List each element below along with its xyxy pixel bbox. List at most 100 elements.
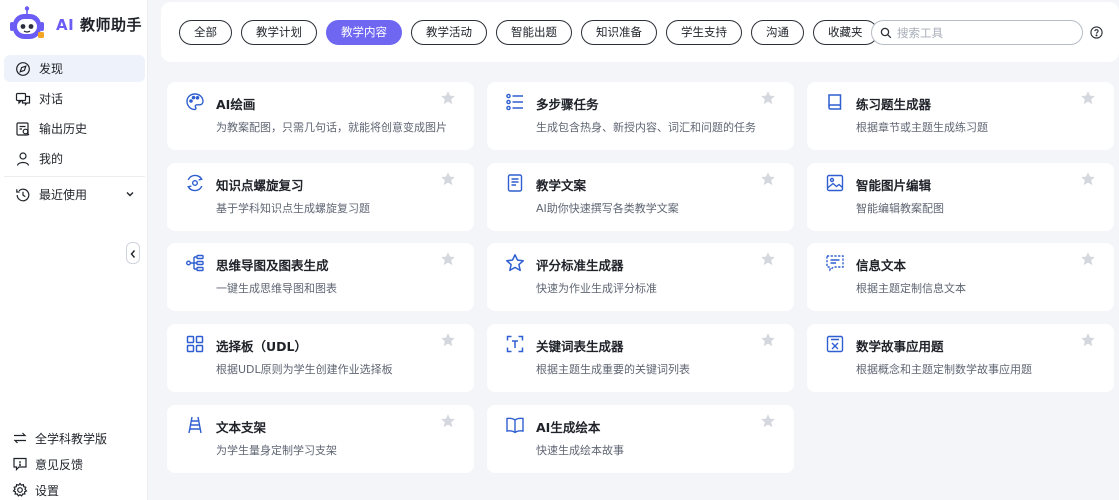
brand-title: AI 教师助手 — [56, 15, 142, 34]
tool-card[interactable]: AI生成绘本快速生成绘本故事 — [487, 405, 794, 473]
filter-chip[interactable]: 学生支持 — [666, 20, 742, 45]
tool-card-title: 选择板（UDL） — [216, 339, 307, 354]
filter-chip[interactable]: 收藏夹 — [813, 20, 878, 45]
filter-chip[interactable]: 教学内容 — [326, 20, 402, 45]
nav-item-recent[interactable]: 最近使用 — [4, 181, 145, 208]
favorite-star-icon[interactable] — [760, 332, 776, 348]
tool-card[interactable]: AI绘画为教案配图，只需几句话，就能将创意变成图片 — [167, 82, 474, 150]
feedback-icon — [12, 456, 28, 472]
nav-item-discover[interactable]: 发现 — [4, 55, 145, 82]
brand[interactable]: AI 教师助手 — [8, 4, 142, 44]
message-text-icon — [825, 253, 845, 273]
nav-divider — [4, 176, 145, 177]
favorite-star-icon[interactable] — [440, 413, 456, 429]
tool-card-description: 根据概念和主题定制数学故事应用题 — [856, 363, 1032, 376]
swap-arrows-icon — [12, 430, 28, 446]
tool-card-title: 思维导图及图表生成 — [216, 258, 329, 273]
filter-chip[interactable]: 知识准备 — [581, 20, 657, 45]
mindmap-icon — [185, 253, 205, 273]
collapse-sidebar-button[interactable] — [126, 242, 140, 264]
tool-card[interactable]: 教学文案 AI助你快速撰写各类教学文案 — [487, 163, 794, 231]
clock-history-icon — [15, 187, 31, 203]
favorite-star-icon[interactable] — [440, 90, 456, 106]
help-icon[interactable] — [1090, 26, 1103, 39]
grid-choice-icon — [185, 334, 205, 354]
spiral-review-icon — [185, 173, 205, 193]
tool-card[interactable]: 评分标准生成器 快速为作业生成评分标准 — [487, 243, 794, 311]
favorite-star-icon[interactable] — [1080, 251, 1096, 267]
edition-label: 全学科教学版 — [35, 431, 108, 446]
favorite-star-icon[interactable] — [760, 90, 776, 106]
tool-card-title: 评分标准生成器 — [536, 258, 624, 273]
favorite-star-icon[interactable] — [760, 251, 776, 267]
tool-card-description: 生成包含热身、新授内容、词汇和问题的任务 — [536, 121, 756, 134]
settings-label: 设置 — [35, 483, 60, 498]
feedback-link[interactable]: 意见反馈 — [12, 451, 142, 477]
filter-chip[interactable]: 沟通 — [751, 20, 804, 45]
tool-card-description: AI助你快速撰写各类教学文案 — [536, 202, 679, 215]
favorite-star-icon[interactable] — [760, 413, 776, 429]
tool-card-description: 基于学科知识点生成螺旋复习题 — [216, 202, 370, 215]
chevron-down-icon — [125, 188, 135, 202]
favorite-star-icon[interactable] — [440, 332, 456, 348]
filter-chip[interactable]: 教学活动 — [411, 20, 487, 45]
tool-card[interactable]: 知识点螺旋复习 基于学科知识点生成螺旋复习题 — [167, 163, 474, 231]
tool-card-description: 根据主题定制信息文本 — [856, 282, 966, 295]
tool-card[interactable]: 数学故事应用题根据概念和主题定制数学故事应用题 — [807, 324, 1114, 392]
document-icon — [505, 173, 525, 193]
tool-card-title: 教学文案 — [536, 178, 587, 193]
palette-icon — [185, 92, 205, 112]
filter-chip[interactable]: 教学计划 — [241, 20, 317, 45]
tool-card-description: 根据章节或主题生成练习题 — [856, 121, 988, 134]
tool-card[interactable]: 思维导图及图表生成 一键生成思维导图和图表 — [167, 243, 474, 311]
tool-card[interactable]: 选择板（UDL） 根据UDL原则为学生创建作业选择板 — [167, 324, 474, 392]
tool-card[interactable]: 智能图片编辑 智能编辑教案配图 — [807, 163, 1114, 231]
tool-card-title: 多步骤任务 — [536, 97, 599, 112]
filter-bar: 全部 教学计划 教学内容 教学活动 智能出题 知识准备 学生支持 沟通 收藏夹 — [161, 2, 1119, 62]
tool-card-description: 智能编辑教案配图 — [856, 202, 944, 215]
search-input[interactable] — [897, 25, 1077, 40]
image-edit-icon — [825, 173, 845, 193]
favorite-star-icon[interactable] — [1080, 332, 1096, 348]
tool-card-title: 关键词表生成器 — [536, 339, 624, 354]
favorite-star-icon[interactable] — [1080, 90, 1096, 106]
filter-chip[interactable]: 智能出题 — [496, 20, 572, 45]
chevron-left-icon — [129, 244, 137, 263]
chat-bubbles-icon — [15, 91, 31, 107]
scaffold-icon — [185, 415, 205, 435]
tool-card-description: 根据UDL原则为学生创建作业选择板 — [216, 363, 393, 376]
search-box[interactable] — [871, 20, 1083, 45]
math-story-icon — [825, 334, 845, 354]
nav-item-chat[interactable]: 对话 — [4, 85, 145, 112]
tool-card[interactable]: 关键词表生成器根据主题生成重要的关键词列表 — [487, 324, 794, 392]
favorite-star-icon[interactable] — [1080, 171, 1096, 187]
tool-card-title: AI绘画 — [216, 97, 256, 112]
bottom-nav: 全学科教学版 意见反馈 设置 — [12, 425, 142, 500]
tool-card-description: 快速生成绘本故事 — [536, 444, 624, 457]
search-icon — [880, 27, 892, 39]
nav-item-history[interactable]: 输出历史 — [4, 115, 145, 142]
robot-logo-icon — [8, 5, 46, 43]
tool-card[interactable]: 练习题生成器 根据章节或主题生成练习题 — [807, 82, 1114, 150]
open-book-icon — [505, 415, 525, 435]
favorite-star-icon[interactable] — [440, 251, 456, 267]
settings-link[interactable]: 设置 — [12, 477, 142, 500]
tool-card-description: 一键生成思维导图和图表 — [216, 282, 337, 295]
tool-card[interactable]: 多步骤任务生成包含热身、新授内容、词汇和问题的任务 — [487, 82, 794, 150]
favorite-star-icon[interactable] — [440, 171, 456, 187]
tool-card[interactable]: 文本支架 为学生量身定制学习支架 — [167, 405, 474, 473]
user-icon — [15, 151, 31, 167]
tool-card-description: 根据主题生成重要的关键词列表 — [536, 363, 690, 376]
tool-card-description: 为教案配图，只需几句话，就能将创意变成图片 — [216, 121, 447, 134]
edition-switch[interactable]: 全学科教学版 — [12, 425, 142, 451]
tool-card[interactable]: 信息文本 根据主题定制信息文本 — [807, 243, 1114, 311]
tool-card-title: 数学故事应用题 — [856, 339, 944, 354]
nav-item-mine[interactable]: 我的 — [4, 145, 145, 172]
filter-chip[interactable]: 全部 — [179, 20, 232, 45]
tool-card-title: AI生成绘本 — [536, 420, 601, 435]
favorite-star-icon[interactable] — [760, 171, 776, 187]
tool-card-title: 智能图片编辑 — [856, 178, 932, 193]
star-outline-icon — [505, 253, 525, 273]
keyword-scan-icon — [505, 334, 525, 354]
gear-icon — [12, 482, 28, 498]
